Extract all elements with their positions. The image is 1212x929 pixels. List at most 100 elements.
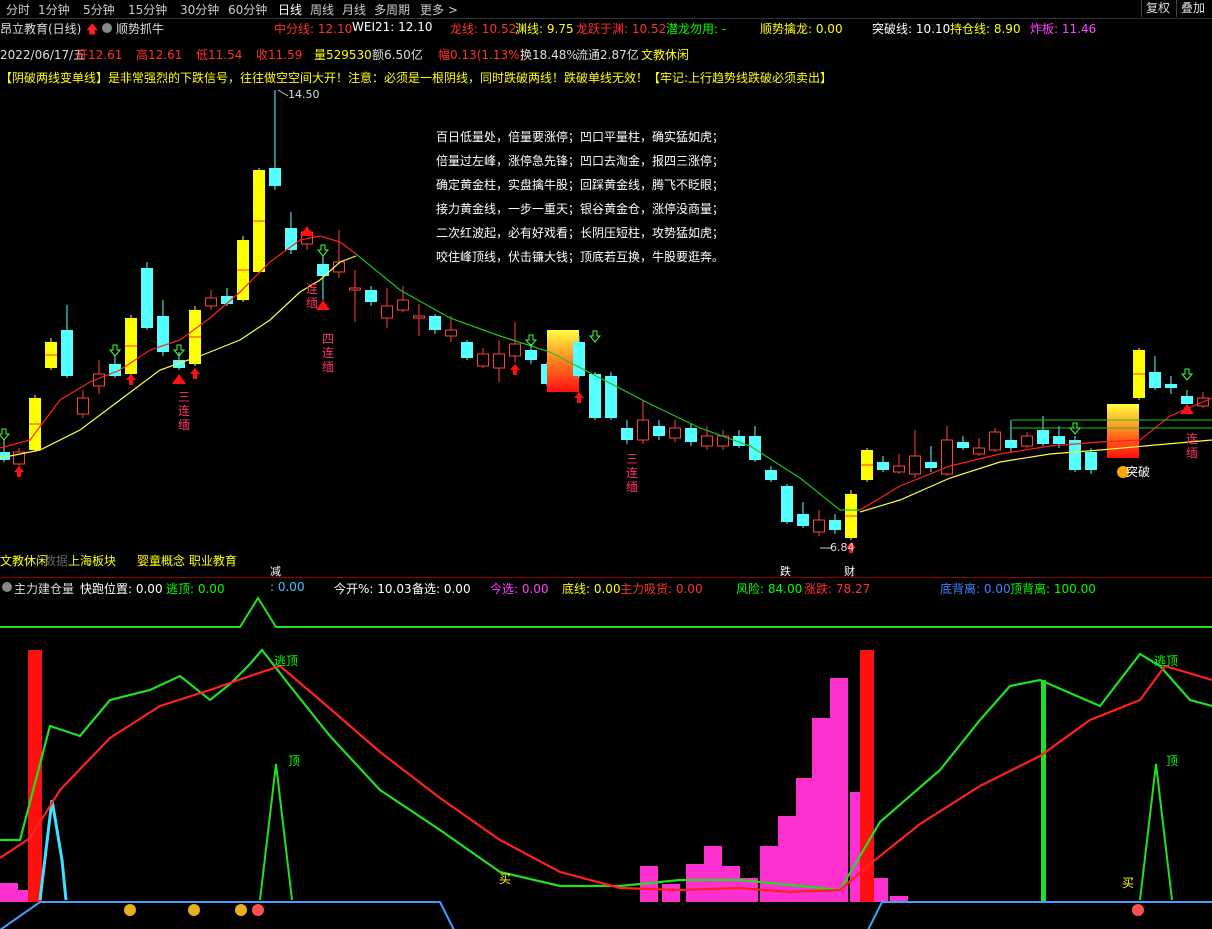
heart-icon xyxy=(252,904,264,916)
candle-body xyxy=(573,342,585,376)
breakout-label: 突破 xyxy=(1126,465,1151,479)
triangle-signal-icon xyxy=(316,300,330,310)
red-oscillator-line xyxy=(0,664,1212,894)
baseline-line xyxy=(0,901,1212,929)
candle-body xyxy=(813,519,825,533)
candle-body xyxy=(1165,384,1177,388)
volume-histogram-bar xyxy=(796,778,814,902)
candle-body xyxy=(429,316,441,330)
top-spike xyxy=(259,763,293,901)
sub-indicator-item: 底背离: 0.00 xyxy=(940,582,1011,596)
red-volume-bar xyxy=(28,650,42,902)
sub-indicator-item: : 0.00 xyxy=(270,580,305,594)
candle-body xyxy=(829,520,841,530)
sector-region[interactable]: 上海板块 xyxy=(68,552,116,569)
candle-body xyxy=(141,268,153,328)
down-arrow-icon xyxy=(316,244,330,257)
money-bag-icon xyxy=(124,904,136,916)
volume-histogram-bar xyxy=(830,678,848,902)
green-signal-bar xyxy=(1041,680,1046,902)
candle-body xyxy=(893,465,905,473)
candle-body xyxy=(605,376,617,418)
sub-indicator-item: 涨跌: 78.27 xyxy=(804,582,871,596)
volume-histogram-bar xyxy=(686,864,704,902)
candle-body xyxy=(461,342,473,358)
sector-industry[interactable]: 文教休闲 xyxy=(0,552,48,569)
candle-body xyxy=(765,470,777,480)
sector-data[interactable]: 数据 xyxy=(44,552,68,569)
sub-indicator-item: 备选: 0.00 xyxy=(412,582,471,596)
buy-label-2: 买 xyxy=(1122,876,1135,890)
candle-body xyxy=(1149,372,1161,388)
triangle-signal-icon xyxy=(300,226,314,236)
candle-body xyxy=(653,426,665,436)
sub-indicator-item: 顶背离: 100.00 xyxy=(1010,582,1096,596)
candle-body xyxy=(781,486,793,522)
poem-line-6: 咬住峰顶线，伏击镰大钱；顶底若互换，牛股要逛奔。 xyxy=(436,250,725,264)
money-bag-icon xyxy=(235,904,247,916)
candle-body xyxy=(381,305,393,319)
poem-line-5: 二次红波起，必有好戏看；长阴压短柱，攻势猛如虎； xyxy=(436,226,725,240)
high-price-label: 14.50 xyxy=(288,88,320,101)
candle-body xyxy=(685,428,697,442)
sub-indicator-item: 底线: 0.00 xyxy=(562,582,621,596)
sector-concepts[interactable]: 婴童概念 职业教育 xyxy=(137,552,237,569)
candle-body xyxy=(797,514,809,526)
escape-top-label-1: 逃顶 xyxy=(274,654,299,668)
volume-histogram-bar xyxy=(778,816,796,902)
candle-body xyxy=(1021,435,1033,447)
candle-body xyxy=(397,299,409,311)
down-arrow-icon xyxy=(1180,368,1194,381)
candle-body xyxy=(61,330,73,376)
sub-indicator-item: 主力吸货: 0.00 xyxy=(620,582,703,596)
sub-dropdown-icon[interactable] xyxy=(2,582,12,592)
up-arrow-icon xyxy=(510,364,520,375)
panel-divider xyxy=(0,577,1212,578)
candle-body xyxy=(269,168,281,186)
volume-histogram-bar xyxy=(812,718,830,902)
escape-top-label-2: 逃顶 xyxy=(1154,654,1179,668)
down-arrow-icon xyxy=(0,428,11,441)
candle-body xyxy=(173,360,185,368)
candle-body xyxy=(957,442,969,448)
heart-icon xyxy=(1132,904,1144,916)
money-bag-icon xyxy=(188,904,200,916)
candle-body xyxy=(509,343,521,357)
candle-body xyxy=(925,462,937,468)
sub-indicator-title: 主力建仓量 xyxy=(14,582,75,596)
candle-body xyxy=(1053,436,1065,444)
highlight-bar xyxy=(1107,404,1139,458)
annotation-three-link: 三连缅 xyxy=(178,390,191,432)
sub-indicator-item: 今开%: 10.03 xyxy=(334,582,412,596)
ma-line-red-2 xyxy=(859,397,1212,511)
candle-body xyxy=(637,419,649,441)
sub-indicator-item: 今选: 0.00 xyxy=(490,582,549,596)
poem-line-2: 倍量过左峰，涨停急先锋；凹口去淘金，报四三涨停； xyxy=(436,154,725,168)
candle-body xyxy=(77,397,89,415)
candle-body xyxy=(701,435,713,447)
volume-histogram-bar xyxy=(12,890,30,902)
annotation-three-link-2: 三连缅 xyxy=(626,452,639,494)
candle-body xyxy=(589,374,601,418)
price-leader xyxy=(277,89,289,97)
down-arrow-icon xyxy=(588,330,602,343)
low-price-label: 6.84 xyxy=(830,541,855,554)
candle-body xyxy=(877,462,889,470)
candle-body xyxy=(205,297,217,307)
red-volume-bar xyxy=(860,650,874,902)
candle-body xyxy=(493,353,505,369)
candle-body xyxy=(525,350,537,360)
poem-line-4: 接力黄金线，一步一重天；银谷黄金仓，涨停没商量； xyxy=(436,202,725,216)
triangle-signal-icon xyxy=(172,374,186,384)
poem-line-1: 百日低量处，倍量要涨停；凹口平量柱，确实猛如虎； xyxy=(436,130,725,144)
candle-body xyxy=(349,287,361,291)
candle-body xyxy=(1005,440,1017,448)
up-arrow-icon xyxy=(190,368,200,379)
ma-line-green xyxy=(355,253,860,511)
volume-histogram-bar xyxy=(760,846,778,902)
candle-body xyxy=(1085,452,1097,470)
sub-indicator-item: 风险: 84.00 xyxy=(736,582,803,596)
poem-line-3: 确定黄金柱，实盘擒牛股；回踩黄金线，腾飞不眨眼； xyxy=(436,178,725,192)
green-oscillator-line xyxy=(0,648,1212,892)
sub-indicator-item: 快跑位置: 0.00 xyxy=(80,582,163,596)
